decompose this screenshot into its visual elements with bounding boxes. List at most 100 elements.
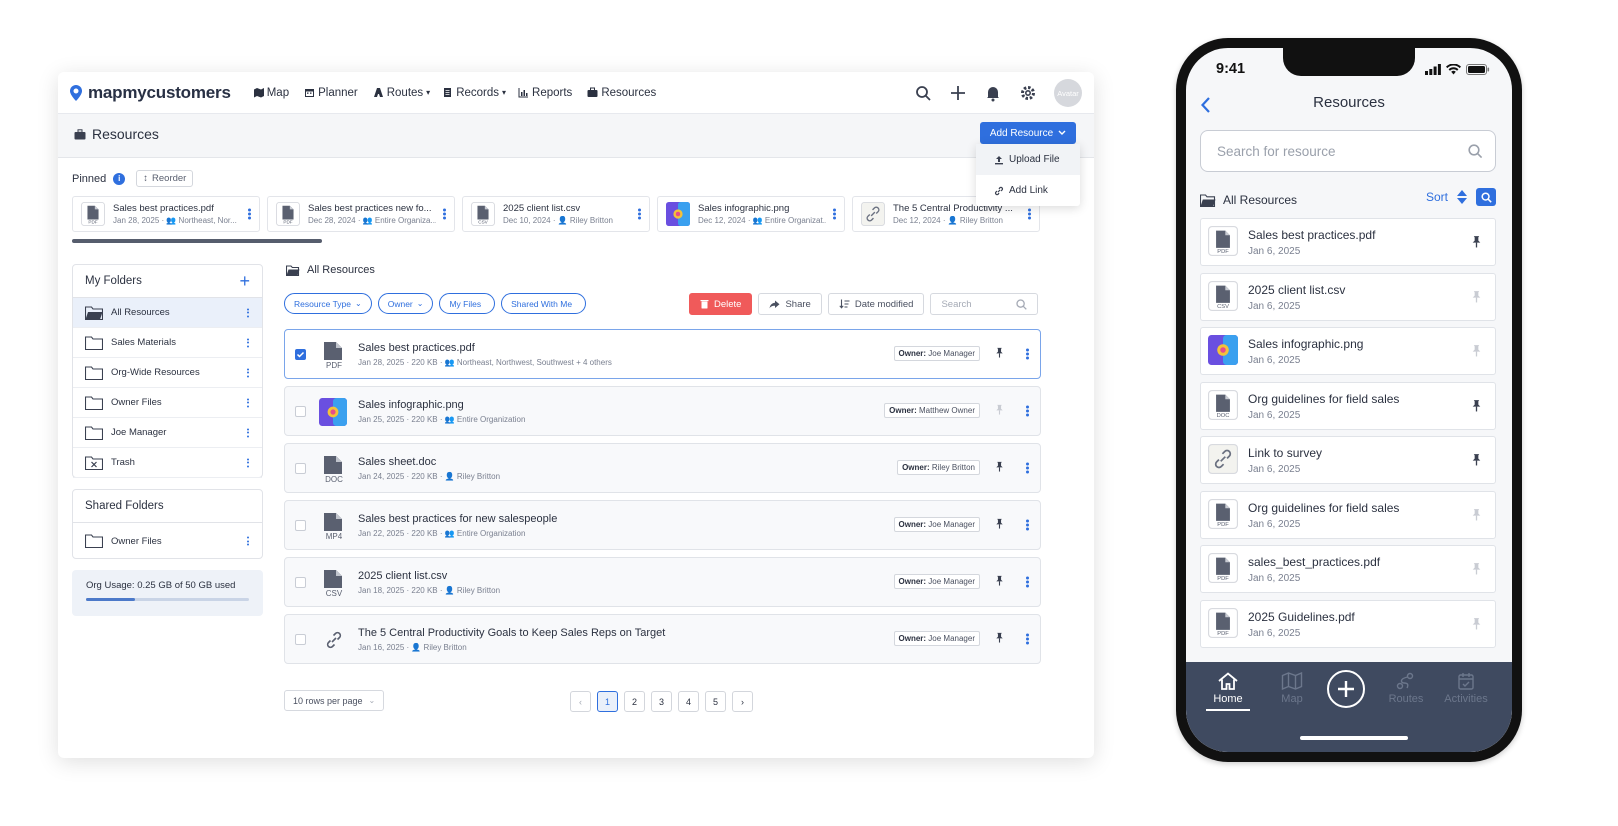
row-title[interactable]: Sales best practices for new salespeople bbox=[358, 513, 557, 525]
pinned-card[interactable]: Sales infographic.png Dec 12, 2024 · 👥 En… bbox=[657, 196, 845, 232]
list-item-pin[interactable] bbox=[1470, 235, 1483, 248]
nav-item-records[interactable]: Records ▾ bbox=[442, 87, 506, 99]
pin-icon[interactable] bbox=[994, 632, 1005, 643]
list-item[interactable]: PDF Sales best practices.pdf Jan 6, 2025 bbox=[1200, 218, 1496, 266]
row-title[interactable]: The 5 Central Productivity Goals to Keep… bbox=[358, 627, 665, 639]
row-title[interactable]: Sales infographic.png bbox=[358, 399, 525, 411]
table-row[interactable]: DOC Sales sheet.doc Jan 24, 2025 · 220 KB … bbox=[284, 443, 1041, 493]
pinned-scrollbar[interactable] bbox=[72, 239, 322, 243]
more-options-icon[interactable] bbox=[443, 208, 446, 220]
pin-icon[interactable] bbox=[1470, 508, 1483, 521]
search-input[interactable]: Search bbox=[930, 293, 1039, 315]
menu-item-upload-file[interactable]: Upload File bbox=[976, 144, 1080, 175]
filter-search-button[interactable] bbox=[1476, 188, 1496, 206]
list-item[interactable]: PDF sales_best_practices.pdf Jan 6, 2025 bbox=[1200, 545, 1496, 593]
page-button[interactable]: 1 bbox=[597, 691, 618, 712]
menu-item-add-link[interactable]: Add Link bbox=[976, 175, 1080, 206]
more-options-icon[interactable] bbox=[1026, 519, 1029, 531]
page-button[interactable]: 3 bbox=[651, 691, 672, 712]
pin-icon[interactable] bbox=[1470, 290, 1483, 303]
folder-item[interactable]: Org-Wide Resources bbox=[73, 358, 262, 388]
list-item-pin[interactable] bbox=[1470, 344, 1483, 357]
pin-icon[interactable] bbox=[1470, 235, 1483, 248]
more-options-icon[interactable] bbox=[248, 208, 251, 220]
list-item-pin[interactable] bbox=[1470, 508, 1483, 521]
nav-item-resources[interactable]: Resources bbox=[587, 87, 659, 99]
tab-home[interactable]: Home bbox=[1198, 672, 1258, 711]
prev-page-button[interactable]: ‹ bbox=[570, 691, 591, 712]
pin-icon[interactable] bbox=[1470, 562, 1483, 575]
row-title[interactable]: Sales best practices.pdf bbox=[358, 342, 612, 354]
more-options-icon[interactable] bbox=[247, 368, 250, 377]
row-pin[interactable] bbox=[994, 461, 1005, 472]
pin-icon[interactable] bbox=[1470, 344, 1483, 357]
avatar[interactable]: Avatar bbox=[1054, 79, 1082, 107]
pin-icon[interactable] bbox=[994, 347, 1005, 358]
more-options-icon[interactable] bbox=[1026, 405, 1029, 417]
page-button[interactable]: 4 bbox=[678, 691, 699, 712]
list-item[interactable]: DOC Org guidelines for field sales Jan 6, … bbox=[1200, 381, 1496, 430]
next-page-button[interactable]: › bbox=[732, 691, 753, 712]
more-options-icon[interactable] bbox=[247, 338, 250, 347]
tab-activities[interactable]: Activities bbox=[1436, 672, 1496, 705]
brand-logo[interactable]: mapmycustomers bbox=[68, 83, 231, 103]
more-options-icon[interactable] bbox=[247, 428, 250, 437]
mobile-folder-selector[interactable]: All Resources bbox=[1200, 193, 1297, 207]
reorder-button[interactable]: ↕ Reorder bbox=[136, 170, 194, 187]
folder-item[interactable]: Owner Files bbox=[73, 388, 262, 418]
nav-item-planner[interactable]: Planner bbox=[304, 87, 361, 99]
share-button[interactable]: Share bbox=[758, 293, 822, 315]
filter-chip[interactable]: Owner ⌄ bbox=[377, 293, 434, 314]
row-pin[interactable] bbox=[994, 347, 1005, 358]
bell-icon[interactable] bbox=[984, 84, 1002, 102]
list-item-pin[interactable] bbox=[1470, 617, 1483, 630]
list-item[interactable]: Sales infographic.png Jan 6, 2025 bbox=[1200, 327, 1496, 375]
list-item-pin[interactable] bbox=[1470, 399, 1483, 412]
row-pin[interactable] bbox=[994, 632, 1005, 643]
more-options-icon[interactable] bbox=[1026, 462, 1029, 474]
row-checkbox[interactable] bbox=[295, 519, 306, 531]
filter-chip[interactable]: My Files bbox=[439, 293, 496, 314]
folder-item[interactable]: Joe Manager bbox=[73, 418, 262, 448]
list-item[interactable]: PDF 2025 Guidelines.pdf Jan 6, 2025 bbox=[1200, 599, 1496, 648]
info-icon[interactable]: i bbox=[113, 172, 126, 185]
pin-icon[interactable] bbox=[1470, 453, 1483, 466]
more-options-icon[interactable] bbox=[638, 208, 641, 220]
row-checkbox[interactable] bbox=[295, 633, 306, 645]
more-options-icon[interactable] bbox=[247, 536, 250, 546]
add-resource-button[interactable]: Add Resource bbox=[980, 122, 1076, 144]
table-row[interactable]: PDF Sales best practices.pdf Jan 28, 2025 … bbox=[284, 329, 1041, 379]
more-options-icon[interactable] bbox=[1026, 576, 1029, 588]
page-button[interactable]: 5 bbox=[705, 691, 726, 712]
delete-button[interactable]: Delete bbox=[689, 293, 753, 315]
pinned-card[interactable]: PDF Sales best practices.pdf Jan 28, 2025 … bbox=[72, 196, 260, 232]
pin-icon[interactable] bbox=[1470, 399, 1483, 412]
row-checkbox[interactable] bbox=[295, 405, 306, 417]
tab-map[interactable]: Map bbox=[1262, 672, 1322, 705]
pin-icon[interactable] bbox=[994, 518, 1005, 529]
row-checkbox[interactable] bbox=[295, 348, 306, 360]
more-options-icon[interactable] bbox=[247, 458, 250, 467]
pinned-card[interactable]: CSV 2025 client list.csv Dec 10, 2024 · 👤 … bbox=[462, 196, 650, 232]
add-button[interactable] bbox=[1327, 670, 1365, 708]
table-row[interactable]: MP4 Sales best practices for new salespeo… bbox=[284, 500, 1041, 550]
row-pin[interactable] bbox=[994, 575, 1005, 586]
list-item-pin[interactable] bbox=[1470, 453, 1483, 466]
pin-icon[interactable] bbox=[994, 575, 1005, 586]
filter-chip[interactable]: Shared With Me bbox=[501, 293, 587, 314]
nav-item-map[interactable]: Map bbox=[253, 87, 292, 99]
nav-item-reports[interactable]: Reports bbox=[518, 87, 575, 99]
list-item[interactable]: PDF Org guidelines for field sales Jan 6, … bbox=[1200, 490, 1496, 539]
sort-button[interactable]: Date modified bbox=[827, 293, 925, 315]
rows-per-page-select[interactable]: 10 rows per page ⌄ bbox=[284, 690, 385, 711]
row-checkbox[interactable] bbox=[295, 576, 306, 588]
shared-folder-item[interactable]: Owner Files bbox=[73, 523, 262, 559]
row-pin[interactable] bbox=[994, 518, 1005, 529]
more-options-icon[interactable] bbox=[247, 308, 250, 317]
more-options-icon[interactable] bbox=[247, 398, 250, 407]
pinned-card[interactable]: PDF Sales best practices new fo... Dec 28,… bbox=[267, 196, 455, 232]
search-icon[interactable] bbox=[914, 84, 932, 102]
row-checkbox[interactable] bbox=[295, 462, 306, 474]
more-options-icon[interactable] bbox=[1028, 208, 1031, 220]
plus-icon[interactable] bbox=[949, 84, 967, 102]
